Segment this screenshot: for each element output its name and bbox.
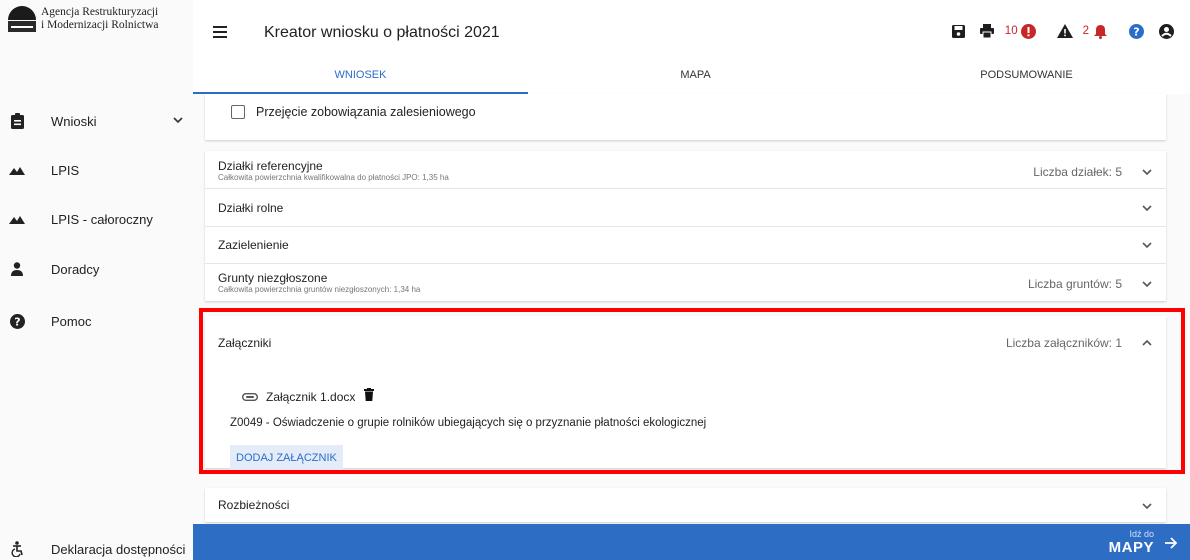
section-dzialki-rolne[interactable]: Działki rolne — [205, 189, 1166, 226]
errors-count[interactable]: 10 — [1005, 25, 1018, 37]
mountains-icon — [9, 162, 25, 178]
clipboard-icon — [9, 113, 25, 129]
brand-name-line1: Agencja Restrukturyzacji — [41, 6, 159, 18]
sidebar-item-label: LPIS - całoroczny — [51, 211, 153, 227]
footer-destination-label: MAPY — [1108, 539, 1154, 556]
error-circle-icon[interactable] — [1021, 23, 1037, 39]
brand-name-line2: i Modernizacji Rolnictwa — [41, 19, 159, 31]
mountains-icon — [9, 211, 25, 227]
section-rozbieznosci[interactable]: Rozbieżności — [205, 488, 1166, 522]
tab-podsumowanie[interactable]: PODSUMOWANIE — [863, 68, 1190, 94]
trash-icon[interactable] — [364, 388, 375, 406]
forest-takeover-checkbox[interactable] — [231, 105, 245, 119]
section-title: Rozbieżności — [218, 498, 290, 512]
forest-takeover-card: Przejęcie zobowiązania zalesieniowego — [205, 94, 1166, 140]
attachment-item: Załącznik 1.docx — [241, 388, 375, 406]
section-title: Działki referencyjne — [218, 159, 323, 173]
section-subtitle: Całkowita powierzchnia gruntów niezgłosz… — [218, 285, 421, 294]
sidebar-item-pomoc[interactable]: ? Pomoc — [0, 306, 193, 336]
main-content: Przejęcie zobowiązania zalesieniowego Dz… — [193, 94, 1190, 524]
help-icon[interactable]: ? — [1128, 23, 1144, 39]
section-zalaczniki-header[interactable]: Załączniki Liczba załączników: 1 — [205, 316, 1166, 366]
forest-takeover-label: Przejęcie zobowiązania zalesieniowego — [256, 105, 476, 119]
top-bar: Kreator wniosku o płatności 2021 10 2 ? — [193, 0, 1190, 68]
section-title: Zazielenienie — [218, 238, 289, 252]
brand-logo: Agencja Restrukturyzacji i Modernizacji … — [8, 6, 159, 32]
help-circle-icon: ? — [9, 313, 25, 329]
warnings-count[interactable]: 2 — [1083, 25, 1089, 37]
page-title: Kreator wniosku o płatności 2021 — [264, 24, 500, 41]
sidebar: Agencja Restrukturyzacji i Modernizacji … — [0, 0, 193, 560]
arimr-logo-icon — [8, 6, 36, 32]
warning-triangle-icon[interactable] — [1056, 23, 1073, 39]
sidebar-item-label: LPIS — [51, 162, 80, 178]
sidebar-item-label: Pomoc — [51, 313, 92, 329]
section-title: Załączniki — [218, 336, 272, 350]
section-title: Działki rolne — [218, 201, 284, 215]
sidebar-item-lpis-caloroczny[interactable]: LPIS - całoroczny — [0, 204, 193, 234]
section-dzialki-referencyjne[interactable]: Działki referencyjne Całkowita powierzch… — [205, 151, 1166, 188]
tab-wniosek[interactable]: WNIOSEK — [193, 68, 528, 94]
paperclip-icon — [241, 388, 259, 406]
accessibility-declaration-link[interactable]: Deklaracja dostępności — [0, 534, 193, 560]
svg-text:?: ? — [1133, 25, 1139, 38]
chevron-down-icon[interactable] — [1141, 202, 1153, 214]
attachment-file-name[interactable]: Załącznik 1.docx — [266, 390, 355, 404]
user-account-icon[interactable] — [1158, 23, 1174, 39]
menu-icon[interactable] — [213, 26, 227, 38]
section-count: Liczba gruntów: 5 — [1027, 277, 1122, 291]
svg-text:?: ? — [14, 315, 20, 328]
tab-mapa[interactable]: MAPA — [528, 68, 863, 94]
chevron-down-icon[interactable] — [1141, 278, 1153, 290]
accessibility-declaration-label: Deklaracja dostępności — [51, 541, 186, 557]
attachment-description: Z0049 - Oświadczenie o grupie rolników u… — [230, 417, 707, 429]
save-icon[interactable] — [951, 23, 967, 39]
section-count: Liczba działek: 5 — [1033, 165, 1122, 179]
section-zazielenienie[interactable]: Zazielenienie — [205, 227, 1166, 263]
sections-accordion: Działki referencyjne Całkowita powierzch… — [205, 151, 1166, 301]
section-zalaczniki: Załączniki Liczba załączników: 1 Załączn… — [205, 316, 1166, 471]
accessibility-icon — [9, 541, 25, 557]
chevron-up-icon[interactable] — [1141, 337, 1153, 349]
section-subtitle: Całkowita powierzchnia kwalifikowalna do… — [218, 173, 449, 182]
add-attachment-button[interactable]: DODAJ ZAŁĄCZNIK — [230, 445, 343, 471]
section-count: Liczba załączników: 1 — [1005, 336, 1122, 350]
tab-bar: WNIOSEK MAPA PODSUMOWANIE — [193, 68, 1190, 94]
toolbar: 10 2 ? — [951, 23, 1174, 39]
chevron-down-icon[interactable] — [1141, 239, 1153, 251]
sidebar-item-label: Wnioski — [51, 113, 97, 129]
chevron-down-icon — [173, 117, 183, 124]
bell-icon[interactable] — [1092, 23, 1108, 39]
chevron-down-icon[interactable] — [1141, 166, 1153, 178]
sidebar-item-wnioski[interactable]: Wnioski — [0, 106, 193, 136]
arrow-right-icon[interactable] — [1164, 536, 1178, 550]
chevron-down-icon[interactable] — [1141, 500, 1153, 512]
section-grunty-niezgloszone[interactable]: Grunty niezgłoszone Całkowita powierzchn… — [205, 264, 1166, 301]
section-title: Grunty niezgłoszone — [218, 271, 328, 285]
sidebar-item-lpis[interactable]: LPIS — [0, 155, 193, 185]
footer-go-to-label: Idź do — [1129, 529, 1154, 539]
go-to-map-bar[interactable]: Idź do MAPY — [193, 524, 1190, 560]
sidebar-item-doradcy[interactable]: Doradcy — [0, 254, 193, 284]
print-icon[interactable] — [979, 23, 995, 39]
person-icon — [9, 261, 25, 277]
sidebar-item-label: Doradcy — [51, 261, 100, 277]
